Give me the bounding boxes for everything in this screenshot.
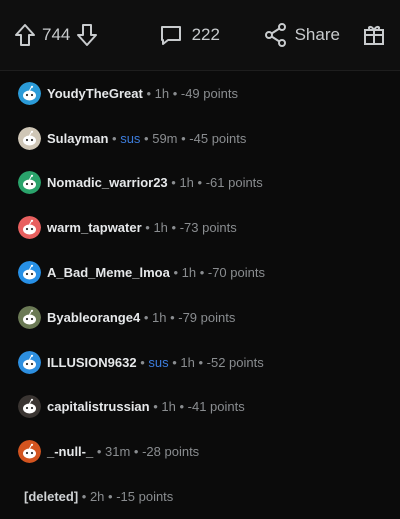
separator-dot: •	[140, 309, 152, 325]
comment-username[interactable]: Sulayman	[47, 131, 108, 146]
comment-time: 1h	[154, 85, 170, 101]
separator-dot: •	[166, 309, 179, 325]
separator-dot: •	[149, 399, 162, 415]
comment-username[interactable]: ILLUSION9632	[47, 355, 137, 370]
comment-row[interactable]: Byableorange4 • 1h • -79 points	[0, 295, 400, 340]
comment-points: -15 points	[116, 489, 174, 505]
separator-dot: •	[104, 489, 117, 505]
comment-row[interactable]: [deleted] • 2h • -15 points	[0, 474, 400, 519]
comment-row[interactable]: Nomadic_warrior23 • 1h • -61 points	[0, 161, 400, 206]
separator-dot: •	[196, 265, 208, 281]
comment-username[interactable]: warm_tapwater	[47, 220, 142, 235]
collapsed-comment-list: YoudyTheGreat • 1h • -49 points Sulayman …	[0, 70, 400, 519]
comment-row[interactable]: Sulayman • sus • 59m • -45 points	[0, 116, 400, 161]
comment-points: -73 points	[179, 220, 237, 236]
share-icon	[264, 23, 287, 47]
separator-dot: •	[167, 175, 180, 191]
award-button[interactable]	[357, 23, 386, 47]
user-avatar-icon[interactable]	[18, 126, 41, 150]
separator-dot: •	[169, 85, 181, 101]
user-avatar-icon[interactable]	[18, 440, 41, 464]
comment-username[interactable]: capitalistrussian	[47, 399, 150, 414]
gift-icon	[362, 23, 386, 47]
comment-row[interactable]: ILLUSION9632 • sus • 1h • -52 points	[0, 340, 400, 385]
comment-row[interactable]: warm_tapwater • 1h • -73 points	[0, 205, 400, 250]
comment-points: -28 points	[142, 444, 200, 460]
separator-dot: •	[108, 130, 121, 146]
post-action-bar: 744 222 Share	[0, 0, 400, 70]
comment-time: 1h	[151, 309, 167, 325]
vote-group: 744	[14, 23, 159, 47]
comment-row[interactable]: YoudyTheGreat • 1h • -49 points	[0, 71, 400, 116]
comment-row[interactable]: capitalistrussian • 1h • -41 points	[0, 385, 400, 430]
user-flair: sus	[148, 354, 169, 370]
separator-dot: •	[136, 354, 149, 370]
comment-time: 1h	[161, 399, 176, 415]
comment-points: -45 points	[189, 130, 247, 146]
user-avatar-icon[interactable]	[18, 81, 41, 105]
comment-points: -41 points	[187, 399, 245, 415]
comment-time: 2h	[89, 489, 105, 505]
comment-points: -70 points	[207, 265, 265, 281]
user-avatar-icon[interactable]	[18, 350, 41, 374]
comment-count: 222	[191, 25, 220, 44]
comment-username[interactable]: _-null-_	[47, 444, 93, 459]
separator-dot: •	[194, 354, 207, 370]
comment-username[interactable]: A_Bad_Meme_lmoa	[47, 265, 170, 280]
comment-username[interactable]: YoudyTheGreat	[47, 86, 143, 101]
share-label: Share	[294, 25, 340, 44]
comment-time: 1h	[180, 354, 195, 370]
comment-row[interactable]: _-null-_ • 31m • -28 points	[0, 429, 400, 474]
separator-dot: •	[142, 85, 155, 101]
comment-points: -79 points	[178, 309, 236, 325]
comment-points: -61 points	[205, 175, 263, 191]
separator-dot: •	[169, 265, 182, 281]
comment-time: 1h	[181, 265, 197, 281]
user-avatar-icon[interactable]	[18, 305, 41, 329]
user-avatar-icon[interactable]	[18, 261, 41, 285]
comment-row[interactable]: A_Bad_Meme_lmoa • 1h • -70 points	[0, 250, 400, 295]
user-avatar-icon[interactable]	[18, 216, 41, 240]
comment-time: 1h	[179, 175, 194, 191]
comment-username[interactable]: Byableorange4	[47, 310, 140, 325]
separator-dot: •	[78, 489, 90, 505]
comment-time: 59m	[152, 130, 178, 146]
share-button[interactable]: Share	[264, 23, 358, 47]
comment-time: 1h	[153, 220, 168, 236]
comment-points: -49 points	[180, 85, 238, 101]
separator-dot: •	[93, 444, 106, 460]
user-avatar-icon[interactable]	[18, 395, 41, 419]
upvote-count: 744	[42, 25, 71, 44]
comment-time: 31m	[105, 444, 131, 460]
separator-dot: •	[167, 220, 180, 236]
comments-button[interactable]: 222	[159, 23, 265, 47]
comment-username: [deleted]	[24, 489, 79, 505]
user-flair: sus	[120, 130, 141, 146]
downvote-arrow-icon[interactable]	[76, 23, 98, 47]
comment-bubble-icon	[159, 23, 183, 47]
separator-dot: •	[140, 130, 153, 146]
separator-dot: •	[141, 220, 154, 236]
separator-dot: •	[175, 399, 188, 415]
upvote-arrow-icon[interactable]	[14, 23, 36, 47]
separator-dot: •	[177, 130, 190, 146]
comment-points: -52 points	[206, 354, 264, 370]
separator-dot: •	[193, 175, 206, 191]
comment-username[interactable]: Nomadic_warrior23	[47, 175, 168, 190]
user-avatar-icon[interactable]	[18, 171, 41, 195]
separator-dot: •	[130, 444, 143, 460]
separator-dot: •	[168, 354, 181, 370]
